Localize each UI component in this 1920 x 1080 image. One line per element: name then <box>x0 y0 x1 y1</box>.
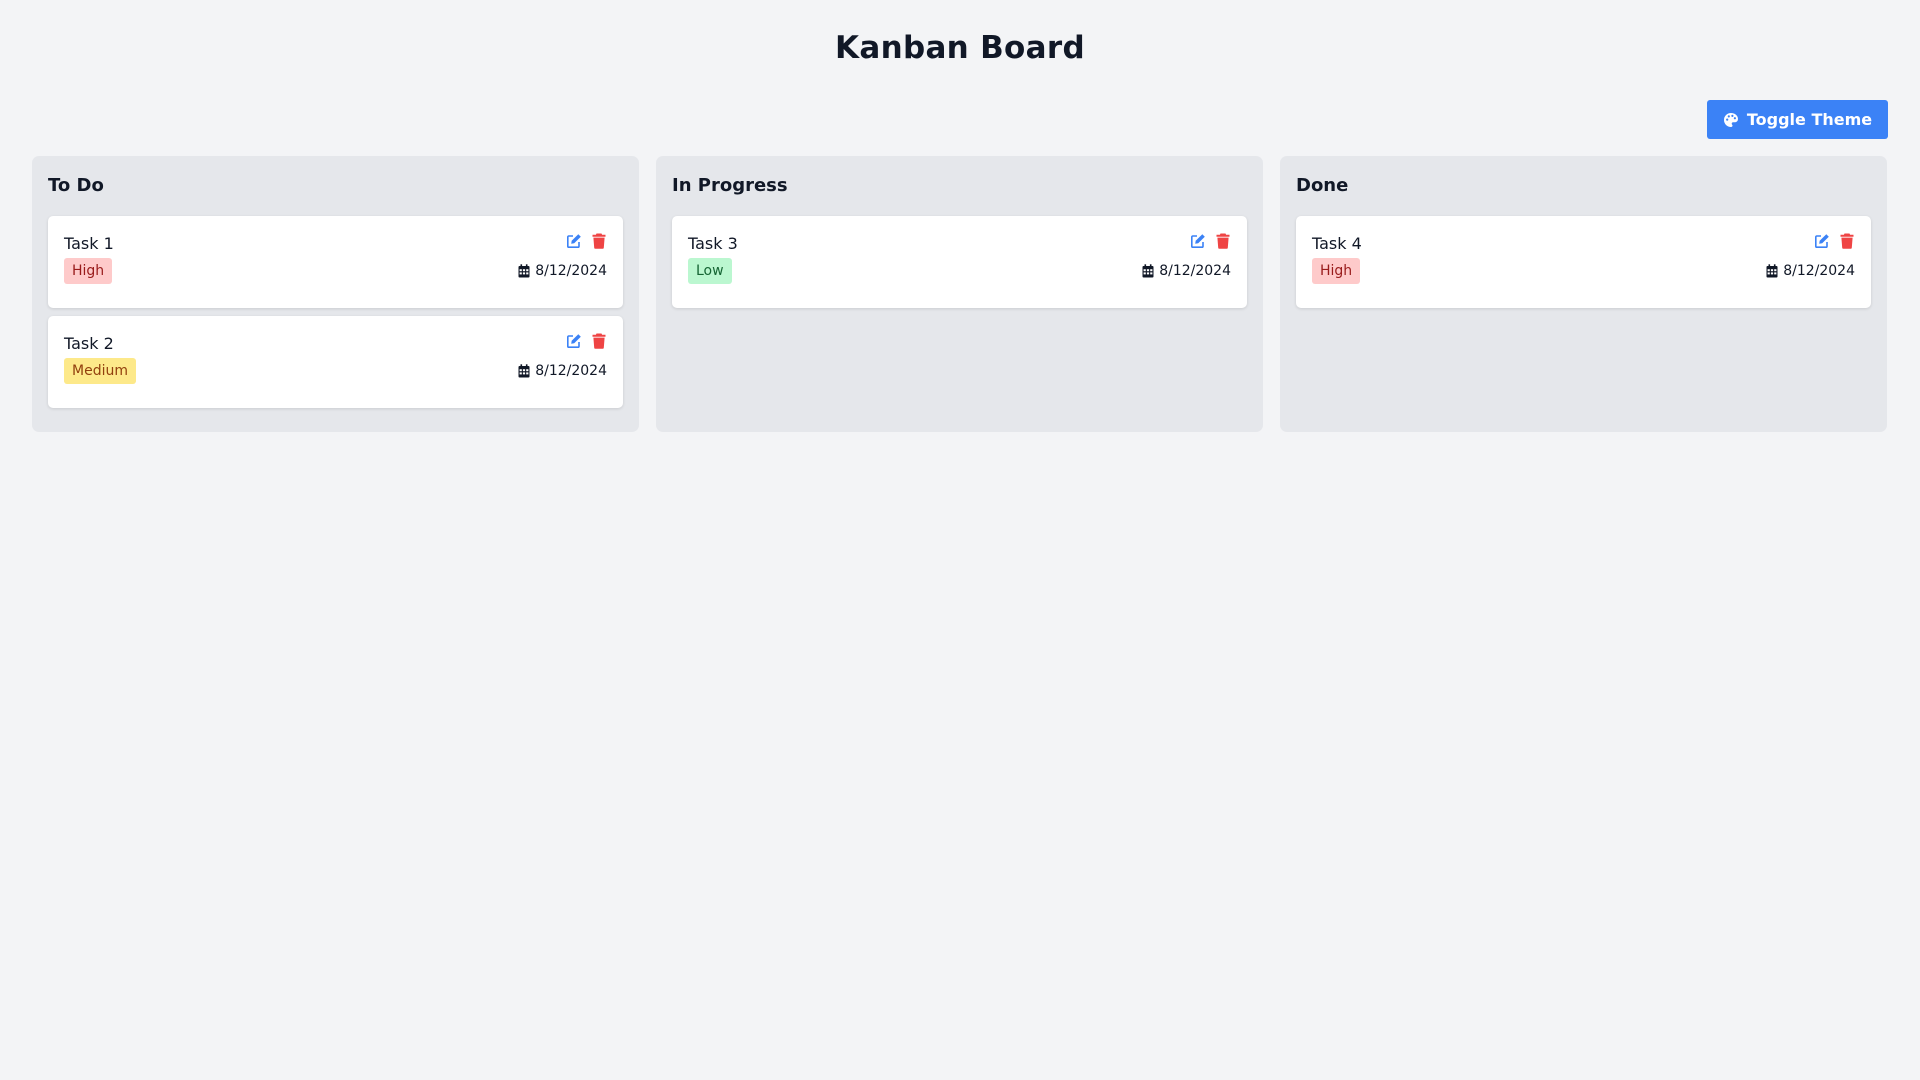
edit-icon[interactable] <box>1813 232 1830 249</box>
calendar-icon <box>518 264 530 278</box>
toggle-theme-button[interactable]: Toggle Theme <box>1707 100 1888 139</box>
task-card[interactable]: Task 1 High 8/12/2024 <box>48 216 623 308</box>
task-card[interactable]: Task 3 Low 8/12/2024 <box>672 216 1247 308</box>
calendar-icon <box>1142 264 1154 278</box>
trash-icon[interactable] <box>1214 232 1231 249</box>
priority-badge: Low <box>688 258 732 284</box>
trash-icon[interactable] <box>1838 232 1855 249</box>
calendar-icon <box>518 364 530 378</box>
task-card[interactable]: Task 2 Medium 8/12/2024 <box>48 316 623 408</box>
trash-icon[interactable] <box>590 332 607 349</box>
column-done: Done Task 4 High 8/12/2024 <box>1280 156 1887 432</box>
page-title: Kanban Board <box>835 30 1085 66</box>
column-title: Done <box>1296 175 1349 196</box>
task-title: Task 4 <box>1312 234 1362 253</box>
task-card[interactable]: Task 4 High 8/12/2024 <box>1296 216 1871 308</box>
toggle-theme-label: Toggle Theme <box>1746 110 1873 129</box>
calendar-icon <box>1766 264 1778 278</box>
task-title: Task 3 <box>688 234 738 253</box>
due-date: 8/12/2024 <box>1766 263 1855 279</box>
priority-badge: Medium <box>64 358 136 384</box>
priority-badge: High <box>1312 258 1361 284</box>
priority-badge: High <box>64 258 113 284</box>
column-title: In Progress <box>672 175 788 196</box>
edit-icon[interactable] <box>1189 232 1206 249</box>
trash-icon[interactable] <box>590 232 607 249</box>
due-date: 8/12/2024 <box>518 363 607 379</box>
column-in-progress: In Progress Task 3 Low 8/12/2024 <box>656 156 1263 432</box>
due-date: 8/12/2024 <box>1142 263 1231 279</box>
task-title: Task 2 <box>64 334 114 353</box>
edit-icon[interactable] <box>565 232 582 249</box>
task-title: Task 1 <box>64 234 114 253</box>
due-date-text: 8/12/2024 <box>535 363 607 379</box>
edit-icon[interactable] <box>565 332 582 349</box>
due-date: 8/12/2024 <box>518 263 607 279</box>
column-title: To Do <box>48 175 104 196</box>
column-todo: To Do Task 1 High 8/12/2024 Task 2 Mediu… <box>32 156 639 432</box>
due-date-text: 8/12/2024 <box>535 263 607 279</box>
due-date-text: 8/12/2024 <box>1159 263 1231 279</box>
palette-icon <box>1723 112 1738 127</box>
kanban-board: To Do Task 1 High 8/12/2024 Task 2 Mediu… <box>32 156 1888 432</box>
due-date-text: 8/12/2024 <box>1783 263 1855 279</box>
